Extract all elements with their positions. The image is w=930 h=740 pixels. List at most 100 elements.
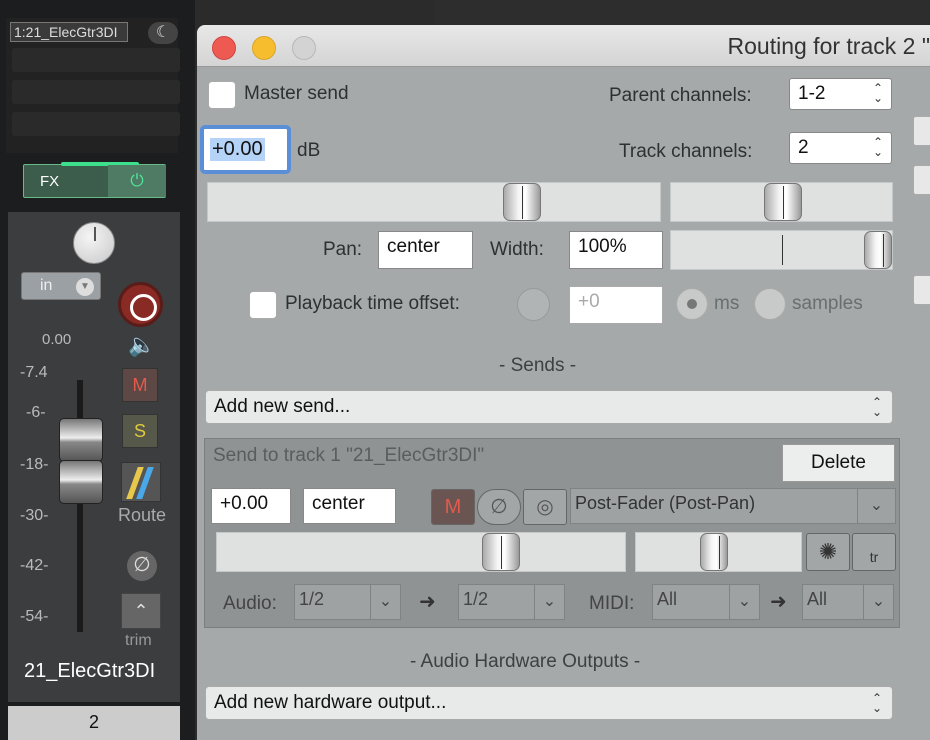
trim-envelope-icon[interactable]: tr [852, 533, 896, 571]
updown-icon: ⌃ ⌄ [871, 691, 882, 715]
db-scale-label: -42- [20, 557, 49, 574]
parent-channels-label: Parent channels: [609, 85, 752, 106]
width-input[interactable]: 100% [569, 231, 663, 269]
cut-off-button[interactable] [913, 275, 930, 305]
arrow-icon: ➜ [419, 591, 436, 613]
chevron-down-icon: ⌄ [534, 585, 564, 619]
audio-dest-select[interactable]: 1/2 ⌄ [458, 584, 565, 620]
pan-slider-thumb[interactable] [764, 183, 802, 221]
phase-icon[interactable]: ☾ [148, 22, 178, 44]
record-arm-button[interactable] [118, 282, 163, 327]
close-button[interactable] [212, 36, 236, 60]
width-center-mark [782, 235, 783, 265]
cut-off-button[interactable] [913, 116, 930, 146]
samples-radio[interactable] [754, 288, 786, 320]
master-send-checkbox[interactable] [208, 81, 236, 109]
mute-button[interactable]: M [122, 368, 158, 402]
send-volume-thumb[interactable] [482, 533, 520, 571]
route-icon[interactable] [121, 462, 161, 502]
hw-outputs-header: - Audio Hardware Outputs - [410, 651, 641, 672]
volume-fader-cap[interactable] [59, 460, 103, 504]
fx-slot[interactable] [12, 80, 180, 104]
tr-label: tr [869, 549, 879, 565]
send-pan-thumb[interactable] [700, 533, 728, 571]
updown-icon: ⌃ ⌄ [872, 81, 883, 105]
midi-source-select[interactable]: All ⌄ [652, 584, 760, 620]
fx-bypass-power-icon[interactable]: ⏻ [108, 165, 166, 197]
add-send-label: Add new send... [214, 396, 351, 417]
ms-radio[interactable] [676, 288, 708, 320]
db-scale-label: -6- [26, 404, 46, 421]
playback-offset-checkbox[interactable] [249, 291, 277, 319]
audio-source-select[interactable]: 1/2 ⌄ [294, 584, 401, 620]
offset-input[interactable]: +0 [569, 286, 663, 324]
fx-slot[interactable] [12, 112, 180, 136]
volume-input-value: +0.00 [210, 138, 265, 161]
pan-input[interactable]: center [378, 231, 473, 269]
send-volume-input[interactable]: +0.00 [211, 488, 291, 524]
send-title: Send to track 1 "21_ElecGtr3DI" [213, 445, 485, 466]
send-pan-input[interactable]: center [303, 488, 396, 524]
volume-readout: 0.00 [42, 331, 72, 348]
db-scale-label: -30- [20, 507, 49, 524]
add-send-select[interactable]: Add new send... ⌃ ⌄ [205, 390, 893, 424]
offset-knob[interactable] [517, 288, 550, 321]
pan-knob[interactable] [73, 222, 115, 264]
volume-slider[interactable] [207, 182, 661, 222]
volume-input[interactable]: +0.00 [200, 125, 291, 174]
track-channels-label: Track channels: [619, 141, 753, 162]
width-slider-thumb[interactable] [864, 231, 892, 269]
midi-dest-value: All [807, 589, 828, 609]
minimize-button[interactable] [252, 36, 276, 60]
send-mute-button[interactable]: M [431, 489, 475, 525]
audio-dest-value: 1/2 [463, 589, 489, 609]
updown-icon: ⌃ ⌄ [872, 135, 883, 159]
solo-button[interactable]: S [122, 414, 158, 448]
input-select[interactable]: in ▼ [21, 272, 101, 300]
fx-slot[interactable] [12, 48, 180, 72]
track-channels-select[interactable]: 2 ⌃ ⌄ [789, 132, 892, 164]
send-pan-slider[interactable] [635, 532, 802, 572]
phase-invert-icon[interactable]: ∅ [477, 489, 521, 525]
master-send-label: Master send [244, 83, 349, 104]
route-label: Route [118, 505, 167, 525]
zoom-button[interactable] [292, 36, 316, 60]
send-panel: Send to track 1 "21_ElecGtr3DI" Delete +… [204, 438, 900, 628]
pan-label: Pan: [323, 239, 363, 260]
background-window [435, 0, 930, 25]
envelope-palette-icon[interactable]: ✺ [806, 533, 850, 571]
volume-slider-thumb[interactable] [503, 183, 541, 221]
samples-label: samples [792, 293, 863, 314]
chevron-down-icon: ⌄ [857, 489, 895, 523]
fx-label: FX [40, 173, 60, 190]
db-scale-label: -7.4 [20, 364, 48, 381]
ms-label: ms [714, 293, 740, 314]
fx-button[interactable]: FX ⏻ [23, 162, 166, 198]
send-volume-slider[interactable] [216, 532, 626, 572]
track-name-box[interactable]: 1:21_ElecGtr3DI [10, 22, 128, 42]
chevron-down-icon: ⌄ [729, 585, 759, 619]
width-slider[interactable] [670, 230, 893, 270]
midi-source-value: All [657, 589, 678, 609]
routing-dialog: Routing for track 2 " Master send Parent… [197, 25, 930, 740]
mono-stereo-icon[interactable]: ◎ [523, 489, 567, 525]
speaker-icon[interactable]: 🔈 [128, 332, 155, 358]
automation-mode-icon[interactable]: ⌃ [121, 593, 161, 629]
volume-fader-cap[interactable] [59, 418, 103, 462]
db-label: dB [297, 140, 321, 161]
chevron-down-icon: ⌄ [370, 585, 400, 619]
width-label: Width: [490, 239, 544, 260]
pan-slider[interactable] [670, 182, 893, 222]
audio-source-value: 1/2 [299, 589, 325, 609]
parent-channels-value: 1-2 [798, 83, 826, 104]
sends-header: - Sends - [499, 355, 577, 376]
send-mode-select[interactable]: Post-Fader (Post-Pan) ⌄ [570, 488, 896, 524]
midi-dest-select[interactable]: All ⌄ [802, 584, 894, 620]
delete-send-button[interactable]: Delete [782, 444, 895, 482]
cut-off-button[interactable] [913, 165, 930, 195]
track-name-label: 21_ElecGtr3DI [24, 660, 156, 682]
parent-channels-select[interactable]: 1-2 ⌃ ⌄ [789, 78, 892, 110]
add-hw-output-select[interactable]: Add new hardware output... ⌃ ⌄ [205, 686, 893, 720]
updown-icon: ⌃ ⌄ [871, 395, 882, 419]
phase-invert-icon[interactable]: ∅ [127, 551, 157, 581]
